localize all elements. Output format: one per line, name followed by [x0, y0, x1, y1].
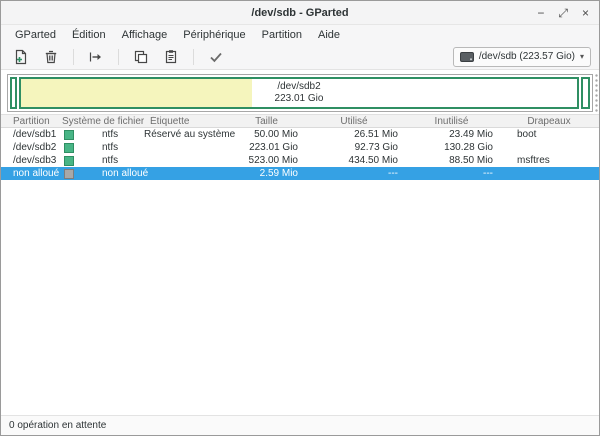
table-row-unallocated[interactable]: non alloué non alloué 2.59 Mio --- ---: [1, 167, 599, 180]
disk-segment-sdb2[interactable]: /dev/sdb2 223.01 Gio: [19, 77, 579, 109]
partition-table: Partition Système de fichiers Étiquette …: [1, 114, 599, 415]
menubar: GParted Édition Affichage Périphérique P…: [1, 25, 599, 44]
table-row-sdb2[interactable]: /dev/sdb2 ntfs 223.01 Gio 92.73 Gio 130.…: [1, 141, 599, 154]
cell-used: 434.50 Mio: [304, 155, 404, 166]
cell-partition: /dev/sdb3: [1, 155, 56, 166]
disk-segment-label: /dev/sdb2 223.01 Gio: [21, 79, 577, 107]
apply-icon: [208, 49, 224, 65]
cell-size: 223.01 Gio: [229, 142, 304, 153]
header-used[interactable]: Utilisé: [304, 116, 404, 127]
close-icon[interactable]: ×: [582, 7, 589, 19]
cell-filesystem: ntfs: [56, 142, 144, 153]
titlebar: /dev/sdb - GParted − ⤢ ×: [1, 1, 599, 25]
resize-move-icon: [88, 49, 104, 65]
menu-edition[interactable]: Édition: [64, 27, 114, 43]
toolbar-separator: [118, 49, 119, 65]
paste-button[interactable]: [159, 47, 183, 67]
ntfs-color-swatch: [64, 130, 74, 140]
chevron-down-icon: ▾: [580, 52, 584, 61]
toolbar: /dev/sdb (223.57 Gio) ▾: [1, 44, 599, 70]
window-controls: − ⤢ ×: [537, 7, 599, 19]
cell-label: Réservé au système: [144, 129, 229, 140]
disk-visual-area: /dev/sdb2 223.01 Gio: [1, 70, 599, 114]
paste-icon: [163, 49, 179, 65]
statusbar: 0 opération en attente: [1, 415, 599, 435]
header-partition[interactable]: Partition: [1, 116, 56, 127]
cell-flags: msftres: [499, 155, 599, 166]
disk-segment-name: /dev/sdb2: [277, 81, 320, 94]
filesystem-label: non alloué: [102, 168, 148, 179]
header-unused[interactable]: Inutilisé: [404, 116, 499, 127]
new-partition-button[interactable]: [9, 47, 33, 67]
disk-visual-frame: /dev/sdb2 223.01 Gio: [7, 74, 593, 112]
header-size[interactable]: Taille: [229, 116, 304, 127]
cell-filesystem: ntfs: [56, 155, 144, 166]
cell-partition: /dev/sdb2: [1, 142, 56, 153]
filesystem-label: ntfs: [102, 142, 118, 153]
pending-operations-text: 0 opération en attente: [9, 420, 106, 431]
resize-move-button[interactable]: [84, 47, 108, 67]
copy-button[interactable]: [129, 47, 153, 67]
menu-peripherique[interactable]: Périphérique: [175, 27, 253, 43]
device-selector[interactable]: /dev/sdb (223.57 Gio) ▾: [453, 47, 591, 67]
device-selector-label: /dev/sdb (223.57 Gio): [479, 51, 575, 62]
cell-size: 2.59 Mio: [229, 168, 304, 179]
header-label[interactable]: Étiquette: [144, 116, 229, 127]
new-partition-icon: [13, 49, 29, 65]
table-row-sdb1[interactable]: /dev/sdb1 ntfs Réservé au système 50.00 …: [1, 128, 599, 141]
ntfs-color-swatch: [64, 156, 74, 166]
disk-segment-size: 223.01 Gio: [275, 93, 324, 106]
cell-flags: boot: [499, 129, 599, 140]
table-header-row: Partition Système de fichiers Étiquette …: [1, 114, 599, 128]
cell-size: 50.00 Mio: [229, 129, 304, 140]
disk-drive-icon: [460, 51, 474, 63]
minimize-icon[interactable]: −: [537, 7, 544, 19]
maximize-icon[interactable]: ⤢: [558, 7, 568, 19]
ntfs-color-swatch: [64, 143, 74, 153]
header-flags[interactable]: Drapeaux: [499, 116, 599, 127]
filesystem-label: ntfs: [102, 155, 118, 166]
disk-segment-sdb1[interactable]: [10, 77, 17, 109]
unallocated-color-swatch: [64, 169, 74, 179]
cell-used: ---: [304, 168, 404, 179]
cell-used: 26.51 Mio: [304, 129, 404, 140]
menu-affichage[interactable]: Affichage: [114, 27, 176, 43]
cell-size: 523.00 Mio: [229, 155, 304, 166]
delete-partition-icon: [43, 49, 59, 65]
scrollbar[interactable]: [593, 72, 599, 114]
filesystem-label: ntfs: [102, 129, 118, 140]
menu-gparted[interactable]: GParted: [7, 27, 64, 43]
header-filesystem[interactable]: Système de fichiers: [56, 116, 144, 127]
cell-unused: 130.28 Gio: [404, 142, 499, 153]
cell-partition: /dev/sdb1: [1, 129, 56, 140]
cell-unused: 23.49 Mio: [404, 129, 499, 140]
toolbar-separator: [193, 49, 194, 65]
cell-unused: ---: [404, 168, 499, 179]
cell-used: 92.73 Gio: [304, 142, 404, 153]
cell-filesystem: non alloué: [56, 168, 144, 179]
disk-segment-sdb3[interactable]: [581, 77, 590, 109]
gparted-window: /dev/sdb - GParted − ⤢ × GParted Édition…: [0, 0, 600, 436]
menu-partition[interactable]: Partition: [254, 27, 310, 43]
copy-icon: [133, 49, 149, 65]
cell-partition: non alloué: [1, 168, 56, 179]
window-title: /dev/sdb - GParted: [1, 7, 599, 19]
table-row-sdb3[interactable]: /dev/sdb3 ntfs 523.00 Mio 434.50 Mio 88.…: [1, 154, 599, 167]
delete-partition-button[interactable]: [39, 47, 63, 67]
menu-aide[interactable]: Aide: [310, 27, 348, 43]
table-empty-area: [1, 180, 599, 415]
cell-unused: 88.50 Mio: [404, 155, 499, 166]
toolbar-separator: [73, 49, 74, 65]
apply-button[interactable]: [204, 47, 228, 67]
cell-filesystem: ntfs: [56, 129, 144, 140]
